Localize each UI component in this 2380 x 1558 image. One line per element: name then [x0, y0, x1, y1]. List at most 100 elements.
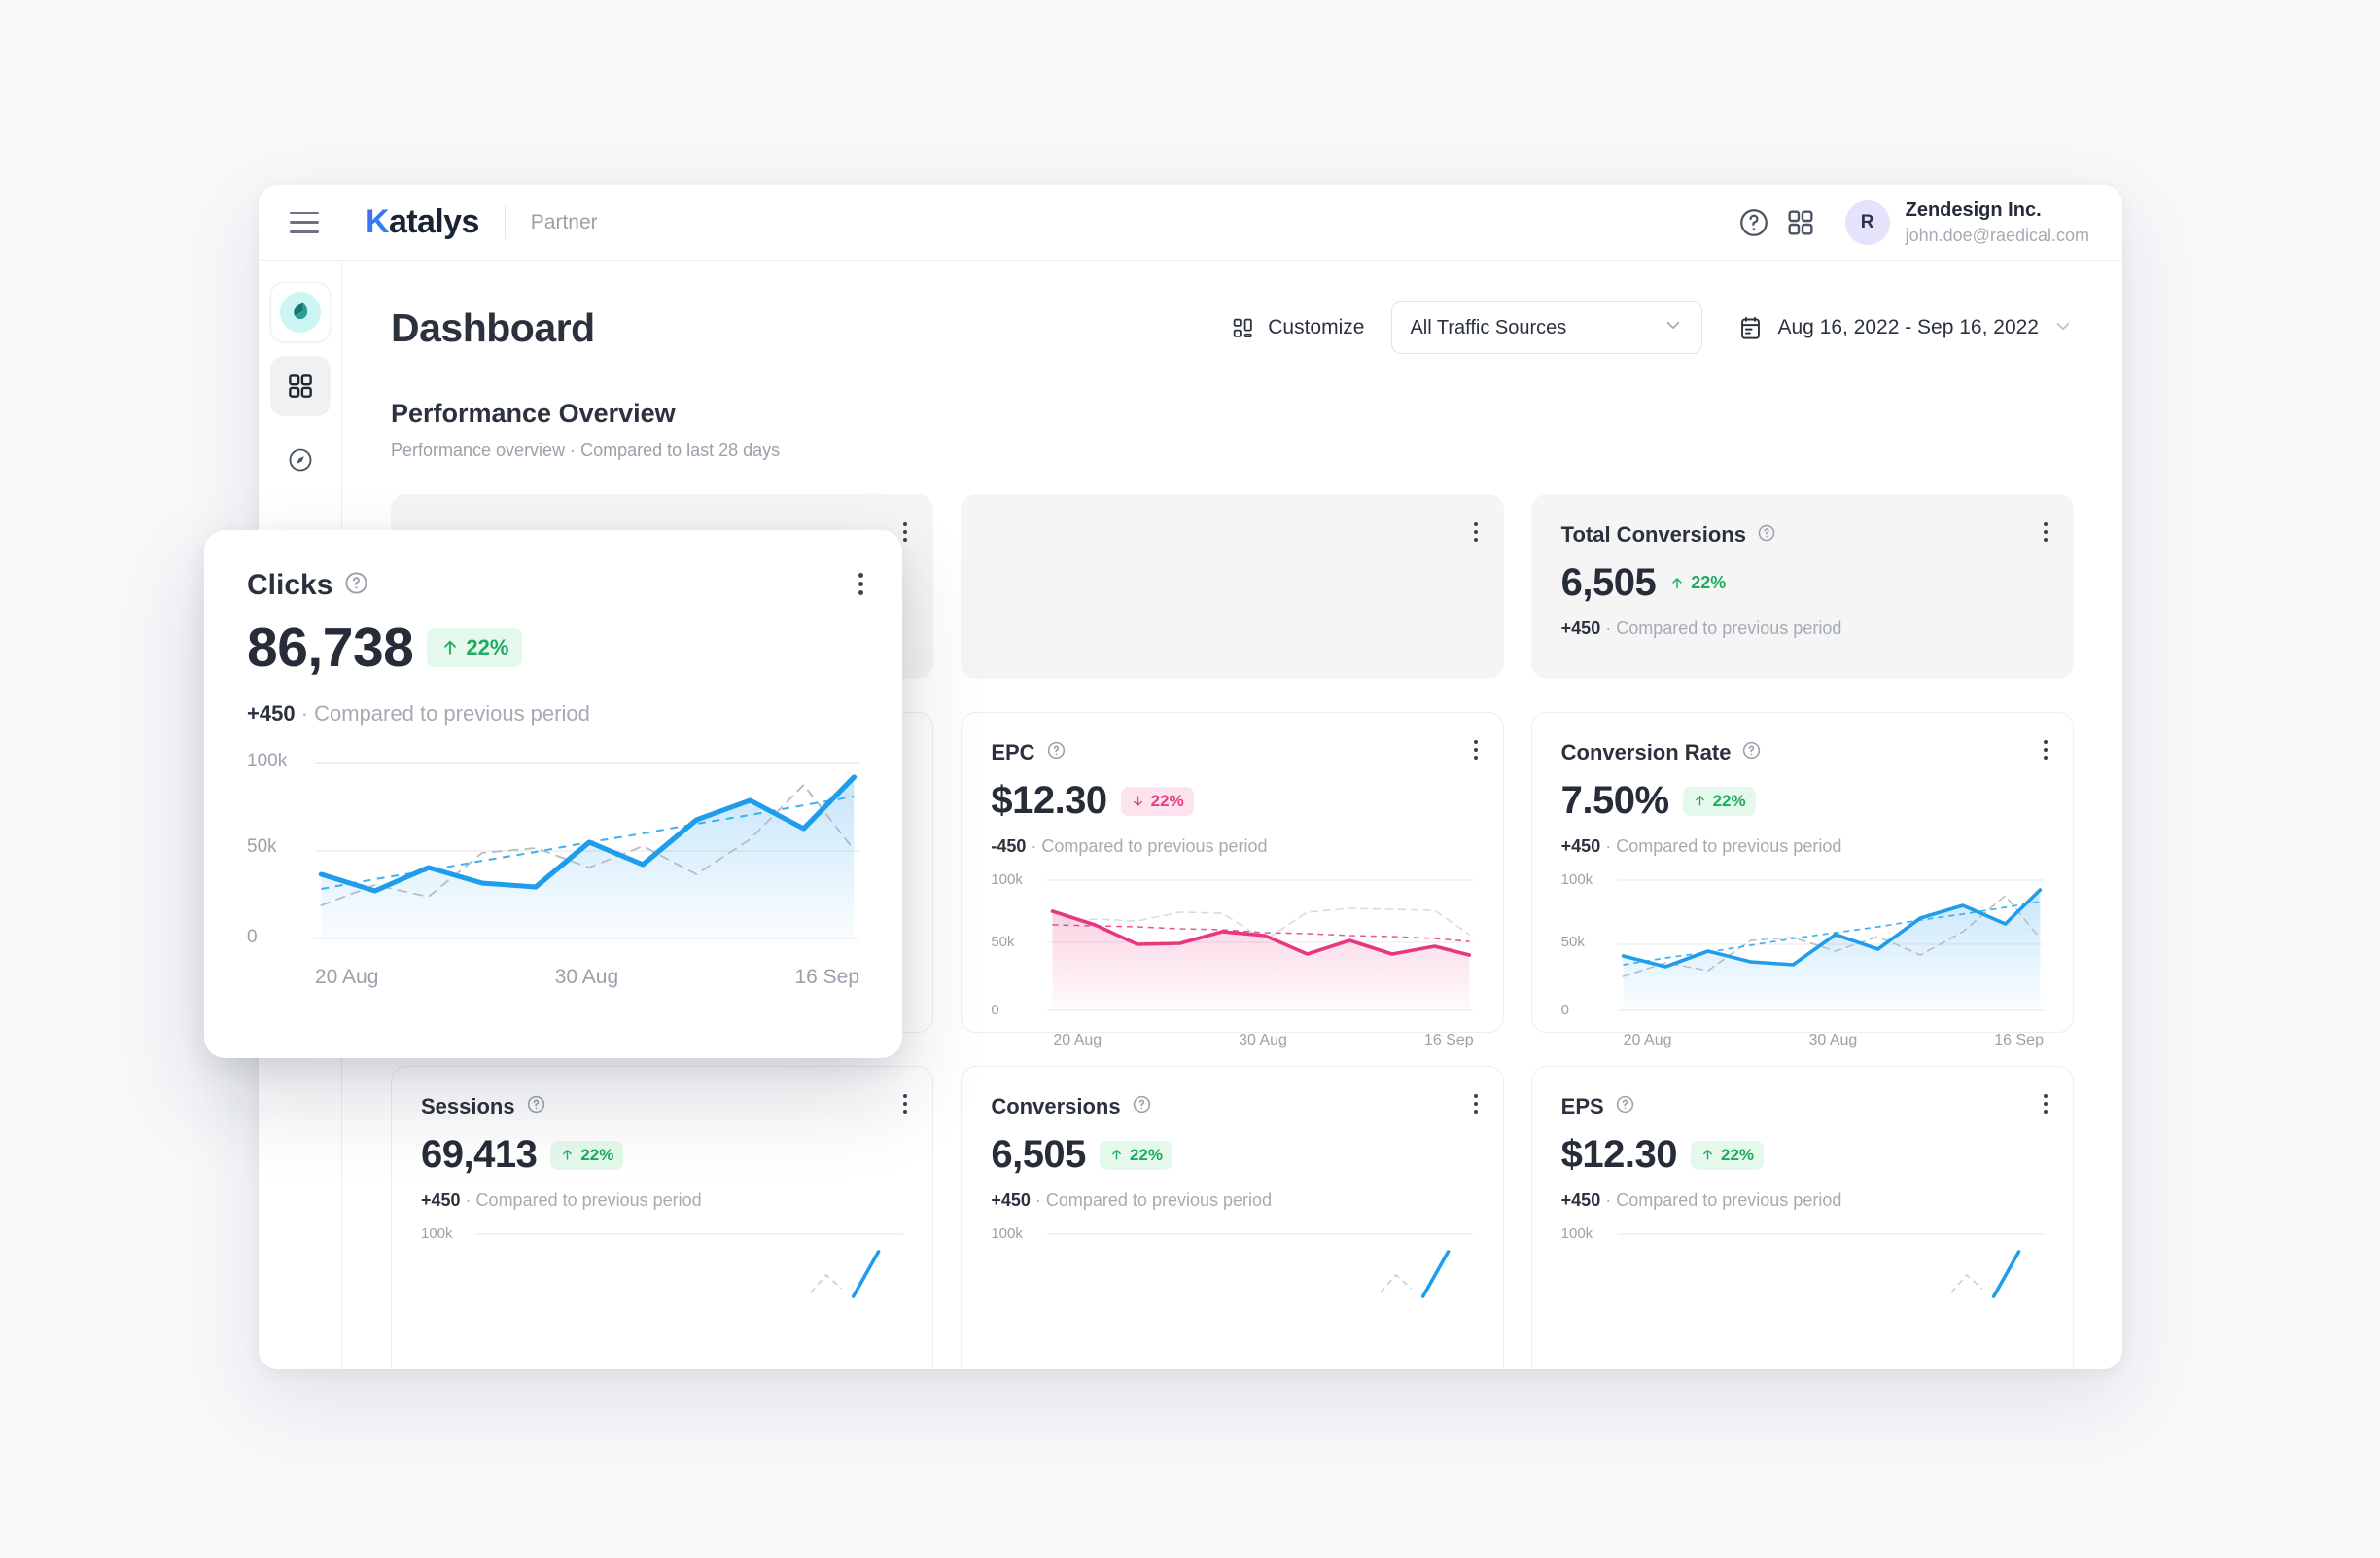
question-circle-icon[interactable] [1731, 199, 1777, 246]
y-tick-50k: 50k [247, 836, 277, 857]
badge-value: 22% [1712, 791, 1746, 810]
traffic-source-value: All Traffic Sources [1410, 316, 1567, 338]
avatar[interactable]: R [1844, 199, 1890, 245]
card-value: 69,413 [421, 1133, 538, 1176]
more-vertical-icon[interactable] [858, 573, 863, 595]
floating-card-clicks[interactable]: Clicks 86,738 22% +450 · Compared to pre… [204, 530, 902, 1058]
chart-eps: 100k [1561, 1225, 2044, 1369]
compass-icon [289, 448, 311, 472]
metric-card-epc[interactable]: EPC $12.30 22% -450 · Compared to previo… [961, 712, 1504, 1048]
delta-compare: · Compared to previous period [1605, 1190, 1842, 1210]
chart-svg [1046, 879, 1474, 1011]
card-header: EPS [1561, 1094, 2044, 1119]
x-tick-0: 20 Aug [1623, 1032, 1672, 1048]
card-title: EPC [991, 740, 1035, 764]
delta-compare: · Compared to previous period [1034, 1190, 1273, 1210]
section-title: Performance Overview [391, 399, 676, 428]
chevron-down-icon [2052, 315, 2074, 341]
y-tick-100k: 100k [991, 1225, 1023, 1242]
more-vertical-icon[interactable] [2043, 1094, 2048, 1114]
metric-card-eps[interactable]: EPS $12.30 22% +450 · Compared to previo… [1530, 1066, 2074, 1369]
delta-value: +450 [1560, 619, 1601, 638]
more-vertical-icon[interactable] [2043, 740, 2048, 760]
user-email: john.doe@raedical.com [1905, 225, 2089, 245]
card-value-row: 86,738 22% [247, 616, 859, 680]
traffic-source-select[interactable]: All Traffic Sources [1391, 301, 1703, 354]
metric-card-hidden[interactable] [961, 494, 1504, 679]
card-value: $12.30 [991, 779, 1107, 822]
metric-card-total-conversions[interactable]: Total Conversions 6,505 22% +450 · Compa… [1530, 494, 2074, 679]
date-range-picker[interactable]: Aug 16, 2022 - Sep 16, 2022 [1737, 315, 2074, 341]
question-circle-icon[interactable] [526, 1094, 546, 1119]
y-tick-100k: 100k [1560, 871, 1593, 888]
status-badge: 22% [550, 1140, 624, 1170]
card-title: Total Conversions [1560, 522, 1746, 547]
layout-icon [1233, 318, 1252, 337]
x-tick-0: 20 Aug [1053, 1032, 1102, 1048]
question-circle-icon[interactable] [1757, 523, 1776, 548]
customize-label: Customize [1268, 316, 1365, 338]
brand-subtitle: Partner [530, 210, 598, 233]
more-vertical-icon[interactable] [1473, 1094, 1478, 1114]
x-tick-1: 30 Aug [554, 966, 619, 988]
sidebar-item-brand[interactable] [269, 282, 331, 342]
card-delta: +450 · Compared to previous period [1561, 1190, 2044, 1211]
status-badge: 22% [1099, 1140, 1172, 1170]
card-value-row: 7.50% 22% [1561, 779, 2044, 823]
x-tick-2: 16 Sep [1423, 1032, 1474, 1048]
x-tick-2: 16 Sep [794, 966, 859, 988]
question-circle-icon[interactable] [1741, 740, 1762, 765]
more-vertical-icon[interactable] [1473, 522, 1478, 542]
arrow-down-icon [1133, 796, 1142, 806]
sidebar-item-explore[interactable] [270, 430, 331, 490]
y-tick-100k: 100k [421, 1225, 453, 1242]
brand-divider [504, 205, 506, 239]
card-value: $12.30 [1560, 1133, 1678, 1176]
delta-value: +450 [1560, 836, 1601, 856]
badge-value: 22% [1721, 1145, 1755, 1164]
status-badge: 22% [1120, 786, 1194, 816]
top-bar-right: R Zendesign Inc. john.doe@raedical.com [1731, 198, 2089, 247]
grid-apps-icon[interactable] [1777, 199, 1824, 246]
more-vertical-icon[interactable] [1473, 740, 1478, 760]
chart-conversion-rate: 100k 50k 0 20 Aug 30 Aug 16 Sep [1560, 871, 2044, 1048]
card-header: Sessions [421, 1094, 903, 1119]
question-circle-icon[interactable] [1132, 1094, 1152, 1119]
question-circle-icon[interactable] [1615, 1094, 1635, 1119]
sidebar-item-dashboard[interactable] [269, 356, 331, 416]
delta-value: +450 [991, 1190, 1031, 1210]
status-badge: 22% [427, 628, 523, 667]
question-circle-icon[interactable] [1046, 740, 1067, 765]
more-vertical-icon[interactable] [903, 522, 908, 542]
y-tick-50k: 50k [1560, 934, 1585, 950]
customize-button[interactable]: Customize [1231, 316, 1364, 340]
top-bar: Katalys Partner R Zendesign Inc. john.do… [259, 185, 2122, 261]
status-badge: 22% [1691, 1140, 1765, 1170]
y-tick-100k: 100k [247, 751, 288, 771]
more-vertical-icon[interactable] [903, 1094, 908, 1114]
question-circle-icon[interactable] [343, 570, 369, 601]
badge-value: 22% [1129, 1145, 1163, 1164]
delta-value: +450 [1560, 1190, 1601, 1210]
card-delta: +450 · Compared to previous period [1561, 619, 2044, 639]
y-tick-0: 0 [1560, 1002, 1569, 1018]
card-delta: +450 · Compared to previous period [247, 701, 859, 726]
x-tick-1: 30 Aug [1808, 1032, 1858, 1048]
more-vertical-icon[interactable] [2043, 522, 2048, 542]
chart-svg [314, 762, 859, 939]
card-value: 86,738 [247, 617, 414, 679]
metric-card-conversions[interactable]: Conversions 6,505 22% +450 · Compared to… [961, 1066, 1504, 1369]
card-value: 6,505 [991, 1133, 1086, 1176]
arrow-up-icon [563, 1150, 573, 1160]
brand[interactable]: Katalys Partner [366, 203, 598, 241]
user-info[interactable]: Zendesign Inc. john.doe@raedical.com [1906, 198, 2089, 247]
card-title: Sessions [421, 1094, 515, 1118]
metric-card-sessions[interactable]: Sessions 69,413 22% +450 · Compared to p… [391, 1066, 934, 1369]
metric-card-conversion-rate[interactable]: Conversion Rate 7.50% 22% +450 · Compare… [1530, 712, 2074, 1048]
leaf-icon [279, 292, 321, 333]
x-tick-2: 16 Sep [1994, 1032, 2044, 1048]
x-tick-0: 20 Aug [315, 966, 379, 988]
delta-compare: · Compared to previous period [300, 701, 590, 726]
arrow-up-icon [1672, 577, 1682, 588]
hamburger-icon[interactable] [290, 211, 319, 233]
